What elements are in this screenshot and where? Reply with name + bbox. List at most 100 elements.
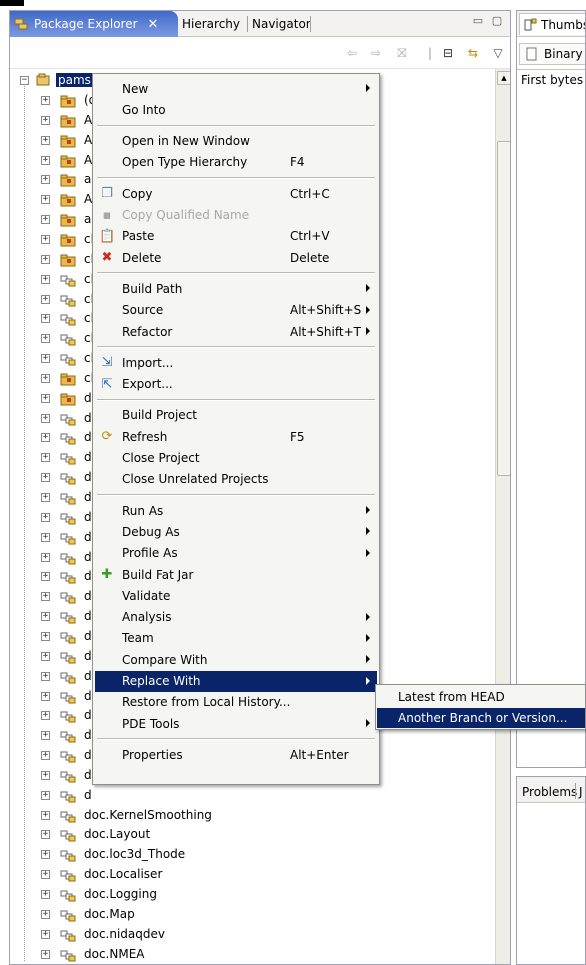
close-icon[interactable]: ✕ — [148, 17, 159, 32]
menu-item-import[interactable]: ⇲ Import... — [95, 352, 377, 373]
menu-item-open-type-hierarchy[interactable]: Open Type Hierarchy F4 — [95, 152, 377, 173]
tree-row[interactable]: + d — [10, 786, 494, 806]
back-arrow-icon[interactable]: ⇦ — [344, 46, 360, 60]
menu-item-run-as[interactable]: Run As — [95, 500, 377, 521]
expand-toggle-icon[interactable]: + — [41, 850, 50, 860]
tree-row[interactable]: + doc.KernelSmoothing — [10, 806, 494, 826]
expand-toggle-icon[interactable]: + — [41, 413, 50, 423]
tab-thumbs[interactable]: Thumbs — [519, 13, 585, 35]
expand-toggle-icon[interactable]: + — [41, 354, 50, 364]
tree-row[interactable]: + doc.Logging — [10, 885, 494, 905]
scroll-up-arrow-icon[interactable]: ▲ — [497, 71, 510, 85]
expand-toggle-icon[interactable]: + — [41, 334, 50, 344]
submenu-item-latest-from-head[interactable]: Latest from HEAD — [377, 687, 585, 707]
menu-item-restore-from-local-history[interactable]: Restore from Local History... — [95, 692, 377, 713]
expand-toggle-icon[interactable]: + — [41, 691, 50, 701]
expand-toggle-icon[interactable]: + — [41, 433, 50, 443]
tree-row[interactable]: + doc.Layout — [10, 825, 494, 845]
expand-toggle-icon[interactable]: + — [41, 155, 50, 165]
tab-problems[interactable]: Problems — [519, 781, 580, 803]
menu-item-delete[interactable]: ✖ Delete Delete — [95, 247, 377, 268]
expand-toggle-icon[interactable]: + — [41, 790, 50, 800]
expand-toggle-icon[interactable]: + — [41, 195, 50, 205]
menu-item-pde-tools[interactable]: PDE Tools — [95, 713, 377, 734]
expand-toggle-icon[interactable]: + — [41, 274, 50, 284]
expand-toggle-icon[interactable]: + — [41, 215, 50, 225]
expand-toggle-icon[interactable]: + — [41, 294, 50, 304]
package-explorer-scrollbar[interactable]: ▲ — [495, 69, 510, 964]
expand-toggle-icon[interactable]: + — [41, 711, 50, 721]
expand-toggle-icon[interactable]: + — [41, 651, 50, 661]
tab-navigator[interactable]: Navigator — [248, 11, 315, 37]
expand-toggle-icon[interactable]: + — [41, 949, 50, 959]
menu-item-properties[interactable]: Properties Alt+Enter — [95, 744, 377, 765]
menu-item-export[interactable]: ⇱ Export... — [95, 374, 377, 395]
expand-toggle-icon[interactable]: + — [41, 552, 50, 562]
up-folder-icon[interactable]: ⛝ — [394, 46, 410, 60]
expand-toggle-icon[interactable]: + — [41, 592, 50, 602]
menu-item-compare-with[interactable]: Compare With — [95, 649, 377, 670]
menu-item-open-in-new-window[interactable]: Open in New Window — [95, 131, 377, 152]
menu-item-refresh[interactable]: ⟳ Refresh F5 — [95, 426, 377, 447]
tree-row[interactable]: + doc.NMEA — [10, 945, 494, 964]
expand-toggle-icon[interactable]: + — [41, 631, 50, 641]
expand-toggle-icon[interactable]: + — [41, 612, 50, 622]
expand-toggle-icon[interactable]: + — [41, 909, 50, 919]
menu-item-close-project[interactable]: Close Project — [95, 448, 377, 469]
expand-toggle-icon[interactable]: + — [41, 393, 50, 403]
expand-toggle-icon[interactable]: + — [41, 532, 50, 542]
menu-item-build-fat-jar[interactable]: ✚ Build Fat Jar — [95, 564, 377, 585]
expand-toggle-icon[interactable]: + — [41, 751, 50, 761]
expand-toggle-icon[interactable]: + — [41, 453, 50, 463]
expand-toggle-icon[interactable]: + — [41, 373, 50, 383]
expand-toggle-icon[interactable]: + — [41, 473, 50, 483]
link-with-editor-icon[interactable]: ⇆ — [465, 46, 481, 60]
expand-toggle-icon[interactable]: + — [41, 493, 50, 502]
submenu-item-another-branch-or-version[interactable]: Another Branch or Version... — [377, 708, 585, 728]
expand-toggle-icon[interactable]: + — [41, 254, 50, 264]
maximize-icon[interactable]: ▢ — [490, 15, 504, 27]
expand-toggle-icon[interactable]: + — [41, 135, 50, 145]
menu-item-paste[interactable]: 📋 Paste Ctrl+V — [95, 226, 377, 247]
menu-item-close-unrelated-projects[interactable]: Close Unrelated Projects — [95, 469, 377, 490]
expand-toggle-icon[interactable]: + — [41, 929, 50, 939]
tab-package-explorer[interactable]: Package Explorer ✕ — [10, 11, 178, 37]
expand-toggle-icon[interactable]: + — [41, 115, 50, 125]
expand-toggle-icon[interactable]: + — [41, 96, 50, 105]
tab-binary[interactable]: Binary — [519, 43, 585, 65]
expand-toggle-icon[interactable]: + — [41, 890, 50, 899]
minimize-icon[interactable]: ▭ — [471, 15, 485, 27]
menu-item-debug-as[interactable]: Debug As — [95, 521, 377, 542]
expand-toggle-icon[interactable]: + — [41, 671, 50, 681]
tab-next[interactable]: J — [579, 781, 583, 803]
expand-toggle-icon[interactable]: + — [41, 234, 50, 244]
menu-item-copy[interactable]: ❐ Copy Ctrl+C — [95, 183, 377, 204]
menu-item-analysis[interactable]: Analysis — [95, 607, 377, 628]
menu-item-refactor[interactable]: Refactor Alt+Shift+T — [95, 321, 377, 342]
menu-item-source[interactable]: Source Alt+Shift+S — [95, 300, 377, 321]
expand-toggle-icon[interactable]: + — [41, 810, 50, 820]
menu-item-validate[interactable]: Validate — [95, 585, 377, 606]
expand-toggle-icon[interactable]: + — [41, 512, 50, 522]
menu-item-go-into[interactable]: Go Into — [95, 99, 377, 120]
forward-arrow-icon[interactable]: ⇨ — [368, 46, 384, 60]
collapse-all-icon[interactable]: ⊟ — [440, 46, 456, 60]
menu-item-build-path[interactable]: Build Path — [95, 278, 377, 299]
menu-item-new[interactable]: New — [95, 78, 377, 99]
tree-row[interactable]: + doc.nidaqdev — [10, 925, 494, 945]
expand-toggle-icon[interactable]: + — [41, 731, 50, 741]
expand-toggle-icon[interactable]: + — [41, 830, 50, 840]
tab-hierarchy[interactable]: Hierarchy — [178, 11, 244, 37]
view-menu-icon[interactable]: ▽ — [490, 46, 506, 60]
scrollbar-thumb[interactable] — [497, 141, 510, 476]
expand-toggle-icon[interactable]: + — [41, 770, 50, 780]
menu-item-team[interactable]: Team — [95, 628, 377, 649]
expand-toggle-icon[interactable]: + — [41, 314, 50, 324]
menu-item-profile-as[interactable]: Profile As — [95, 543, 377, 564]
tree-row[interactable]: + doc.loc3d_Thode — [10, 845, 494, 865]
expand-toggle-icon[interactable]: + — [41, 870, 50, 880]
expand-toggle-icon[interactable]: + — [41, 572, 50, 582]
menu-item-build-project[interactable]: Build Project — [95, 405, 377, 426]
tree-row[interactable]: + doc.Map — [10, 905, 494, 925]
tree-row[interactable]: + doc.Localiser — [10, 865, 494, 885]
